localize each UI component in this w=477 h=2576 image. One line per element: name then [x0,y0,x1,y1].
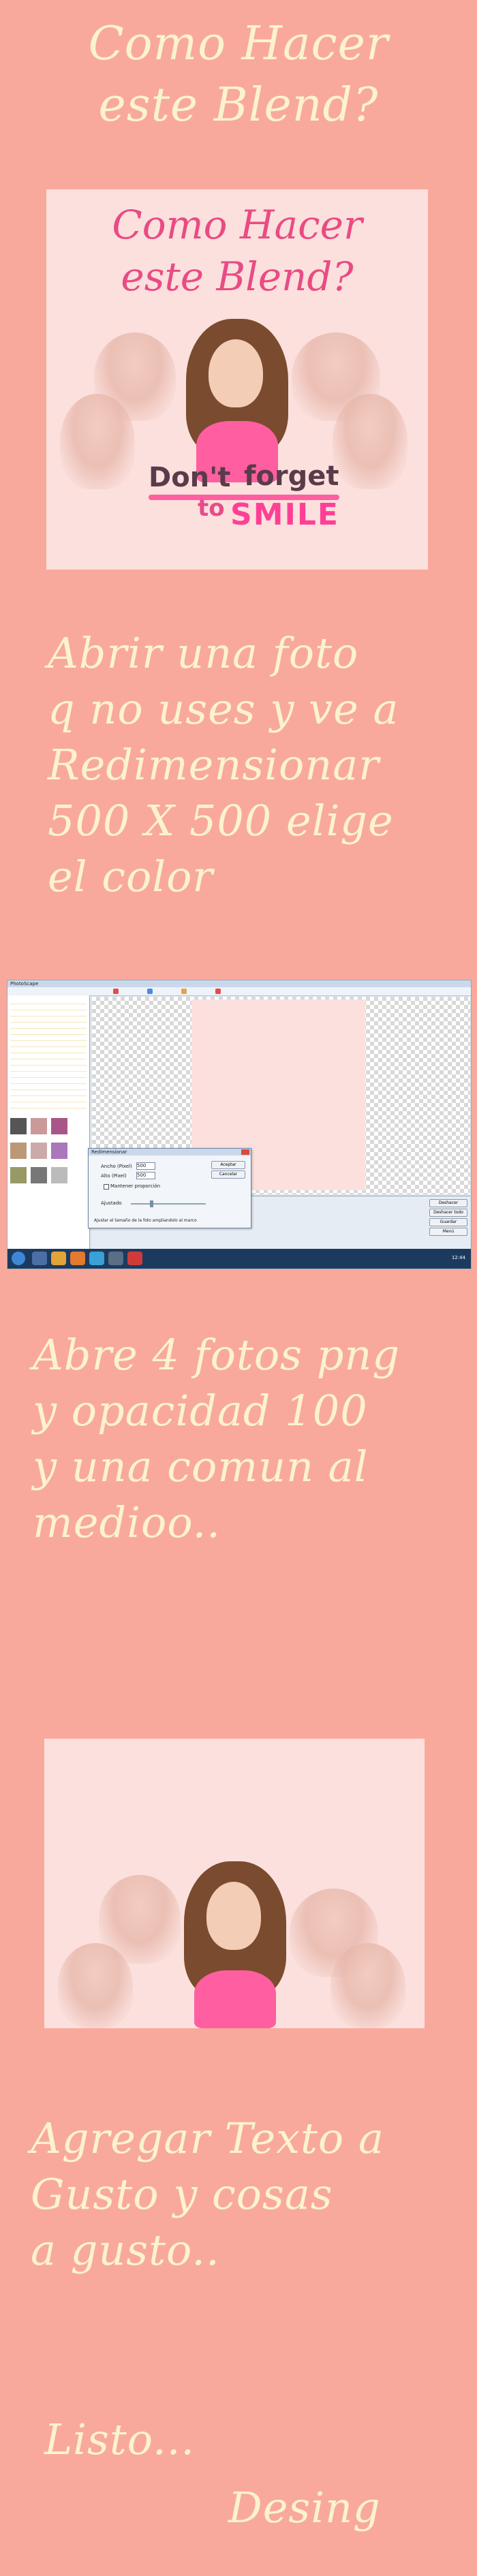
ghost-figure [60,394,135,489]
slider-thumb[interactable] [150,1200,153,1207]
step-2-line-2: y opacidad 100 [33,1386,368,1436]
save-button[interactable]: Guardar [429,1218,467,1226]
height-label: Alto (Pixel) [101,1173,127,1179]
step-1-line-3: Redimensionar [48,740,380,790]
thumbnail[interactable] [31,1143,47,1159]
dialog-title: Redimensionar [91,1149,127,1155]
thumbnail[interactable] [51,1167,67,1183]
girl-shirt [194,1970,276,2028]
step-3-line-1: Agregar Texto a [31,2113,384,2163]
window-titlebar: PhotoScape [7,980,471,987]
quality-slider[interactable] [131,1203,206,1205]
close-icon[interactable] [241,1149,249,1155]
window-title: PhotoScape [10,981,39,987]
taskbar-app-icon[interactable] [108,1252,123,1265]
toolbar-icon[interactable] [113,989,119,994]
thumbnail[interactable] [10,1143,27,1159]
resize-dialog: Redimensionar Ancho (Pixel) 500 Alto (Pi… [88,1148,251,1228]
step-1-line-2: q no uses y ve a [48,684,399,734]
listo-text: Listo... [44,2415,196,2464]
toolbar-icon[interactable] [215,989,221,994]
main-girl-figure [181,1861,290,2028]
dialog-note: Ajustar el tamaño de la foto ampliandolo… [94,1218,197,1223]
step-2-line-3: y una comun al [33,1442,369,1491]
ok-button[interactable]: Aceptar [211,1161,245,1169]
preview-title: Como Hacer este Blend? [46,199,428,302]
editor-screenshot: PhotoScape Deshacer Deshacer todo Guarda… [7,980,472,1269]
step-1-line-4: 500 X 500 elige [48,796,394,845]
thumbnail[interactable] [51,1143,67,1159]
taskbar-app-icon[interactable] [32,1252,47,1265]
ghost-figure [58,1943,133,2028]
thumbnail[interactable] [10,1118,27,1134]
step-3-text: Agregar Texto a Gusto y cosas a gusto.. [31,2111,384,2278]
height-input[interactable]: 500 [136,1172,155,1179]
blend-preview-image: Como Hacer este Blend? Don't forget to S… [46,189,428,570]
thumbnail[interactable] [31,1167,47,1183]
dialog-titlebar: Redimensionar [89,1149,251,1155]
desing-signature: Desing [228,2483,381,2532]
thumbnail[interactable] [51,1118,67,1134]
title-line-1: Como Hacer [88,17,389,71]
step-2-line-1: Abre 4 fotos png [33,1330,401,1380]
start-button[interactable] [12,1252,25,1265]
title-line-2: este Blend? [98,78,379,132]
preview-title-line-1: Como Hacer [112,202,363,248]
taskbar-app-icon[interactable] [70,1252,85,1265]
thumbnail[interactable] [10,1167,27,1183]
step-2-line-4: medioo.. [33,1498,221,1547]
logo-smile: SMILE [230,497,339,532]
step-2-text: Abre 4 fotos png y opacidad 100 y una co… [33,1327,400,1551]
step-3-line-2: Gusto y cosas [31,2169,333,2219]
undo-all-button[interactable]: Deshacer todo [429,1209,467,1217]
thumbnail[interactable] [31,1118,47,1134]
file-browser-panel [7,995,90,1249]
quality-label: Ajustado [101,1200,122,1206]
girl-face [206,1882,261,1950]
girl-face [209,339,263,407]
blend-step-image [44,1739,425,2028]
keep-ratio-checkbox[interactable] [104,1184,109,1190]
logo-dont: Don't [149,462,231,493]
page-title: Como Hacer este Blend? [0,14,477,136]
toolbar-icon[interactable] [181,989,187,994]
main-girl-figure [183,319,292,482]
cancel-button[interactable]: Cancelar [211,1170,245,1179]
folder-tree[interactable] [10,998,87,1114]
dont-forget-logo: Don't forget to SMILE [149,461,346,557]
width-label: Ancho (Pixel) [101,1164,132,1169]
menu-button[interactable]: Menú [429,1228,467,1236]
preview-title-line-2: este Blend? [121,253,354,300]
taskbar-clock: 12:44 [451,1255,465,1260]
width-input[interactable]: 500 [136,1162,155,1170]
toolbar-icon[interactable] [147,989,153,994]
undo-button[interactable]: Deshacer [429,1199,467,1207]
step-1-line-5: el color [48,852,214,901]
taskbar-app-icon[interactable] [51,1252,66,1265]
keep-ratio-label: Mantener proporción [110,1183,161,1189]
step-3-line-3: a gusto.. [31,2225,220,2275]
ghost-figure [330,1943,405,2028]
logo-forget: forget [244,461,339,492]
thumbnail-grid [10,1118,87,1200]
step-1-line-1: Abrir una foto [48,628,359,678]
taskbar-app-icon[interactable] [127,1252,142,1265]
step-1-text: Abrir una foto q no uses y ve a Redimens… [48,625,399,905]
logo-arrow-decoration [149,495,339,500]
taskbar-app-icon[interactable] [89,1252,104,1265]
